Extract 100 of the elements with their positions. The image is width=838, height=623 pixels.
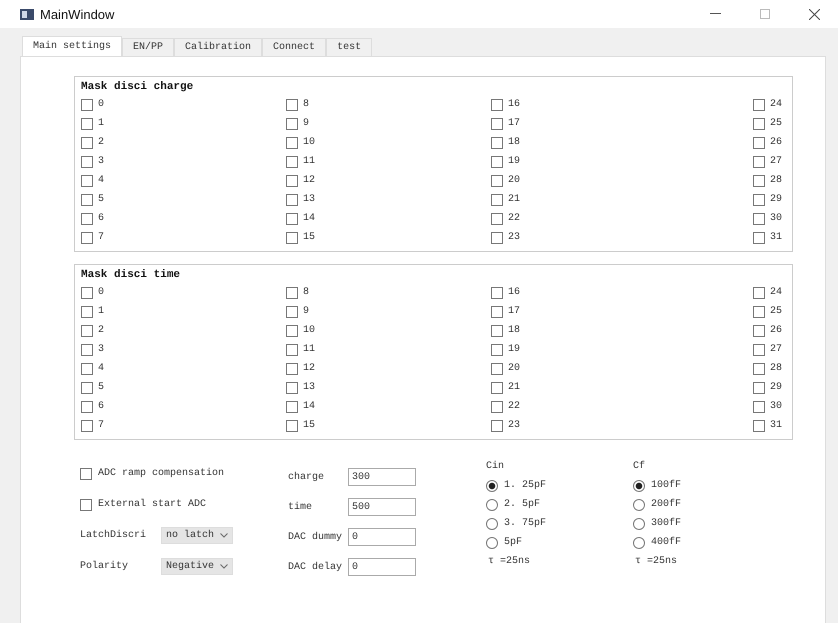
- input-field[interactable]: 0: [348, 558, 416, 576]
- checkbox[interactable]: [81, 382, 93, 394]
- checkbox[interactable]: [491, 286, 503, 298]
- checkbox[interactable]: [752, 118, 765, 130]
- checkbox[interactable]: [491, 324, 503, 336]
- checkbox[interactable]: [81, 420, 93, 432]
- checkbox[interactable]: [286, 362, 298, 374]
- checkbox[interactable]: [752, 420, 765, 432]
- checkbox[interactable]: [491, 306, 503, 318]
- checkbox-label: 10: [303, 137, 316, 148]
- checkbox[interactable]: [286, 324, 298, 336]
- dropdown[interactable]: no latch: [161, 527, 234, 544]
- field-label: DAC dummy: [288, 532, 344, 542]
- tab[interactable]: test: [326, 38, 372, 56]
- checkbox[interactable]: [752, 400, 765, 412]
- checkbox[interactable]: [752, 174, 765, 186]
- close-icon[interactable]: [809, 8, 820, 20]
- checkbox[interactable]: [81, 136, 93, 148]
- checkbox[interactable]: [491, 232, 503, 244]
- input-field[interactable]: 500: [348, 498, 416, 516]
- checkbox[interactable]: [81, 362, 93, 374]
- radio-label: 100fF: [651, 480, 682, 491]
- checkbox[interactable]: [81, 306, 93, 318]
- checkbox[interactable]: [81, 286, 93, 298]
- checkbox[interactable]: [80, 468, 92, 480]
- radio-button[interactable]: [486, 480, 498, 492]
- checkbox[interactable]: [286, 344, 298, 356]
- checkbox[interactable]: [752, 136, 765, 148]
- dropdown-label: Polarity: [80, 561, 130, 572]
- checkbox[interactable]: [286, 212, 298, 224]
- radio-label: 300fF: [651, 518, 682, 529]
- checkbox[interactable]: [286, 400, 298, 412]
- checkbox-label: 18: [508, 137, 520, 148]
- tab[interactable]: Connect: [262, 38, 326, 56]
- tab[interactable]: EN/PP: [122, 38, 174, 56]
- checkbox[interactable]: [491, 118, 503, 130]
- radio-button[interactable]: [633, 498, 645, 510]
- tab[interactable]: Main settings: [22, 36, 122, 56]
- radio-button[interactable]: [633, 518, 645, 530]
- checkbox[interactable]: [81, 194, 93, 206]
- checkbox[interactable]: [81, 174, 93, 186]
- checkbox[interactable]: [81, 118, 93, 130]
- checkbox[interactable]: [286, 136, 298, 148]
- checkbox[interactable]: [491, 136, 503, 148]
- checkbox[interactable]: [286, 286, 298, 298]
- tab[interactable]: Calibration: [174, 38, 262, 56]
- checkbox[interactable]: [752, 382, 765, 394]
- checkbox[interactable]: [81, 232, 93, 244]
- input-field[interactable]: 0: [348, 528, 416, 546]
- checkbox[interactable]: [81, 98, 93, 110]
- checkbox[interactable]: [752, 306, 765, 318]
- checkbox-label: 19: [508, 156, 520, 167]
- checkbox[interactable]: [81, 400, 93, 412]
- radio-button[interactable]: [633, 480, 645, 492]
- checkbox[interactable]: [81, 156, 93, 168]
- checkbox-label: 29: [770, 382, 782, 393]
- checkbox[interactable]: [286, 174, 298, 186]
- minimize-icon[interactable]: [710, 13, 721, 15]
- checkbox[interactable]: [81, 344, 93, 356]
- checkbox[interactable]: [752, 324, 765, 336]
- checkbox-label: 24: [770, 287, 782, 298]
- checkbox[interactable]: [752, 98, 765, 110]
- checkbox[interactable]: [286, 194, 298, 206]
- checkbox[interactable]: [752, 194, 765, 206]
- checkbox[interactable]: [491, 344, 503, 356]
- checkbox[interactable]: [286, 232, 298, 244]
- checkbox[interactable]: [752, 156, 765, 168]
- checkbox[interactable]: [286, 98, 298, 110]
- checkbox[interactable]: [81, 324, 93, 336]
- checkbox-label: 12: [303, 363, 316, 374]
- checkbox[interactable]: [491, 174, 503, 186]
- checkbox[interactable]: [752, 232, 765, 244]
- checkbox[interactable]: [286, 382, 298, 394]
- checkbox[interactable]: [491, 420, 503, 432]
- checkbox[interactable]: [286, 306, 298, 318]
- checkbox-label: 2: [98, 325, 104, 336]
- checkbox[interactable]: [286, 420, 298, 432]
- dropdown[interactable]: Negative: [161, 558, 234, 575]
- checkbox[interactable]: [491, 382, 503, 394]
- radio-button[interactable]: [486, 536, 498, 548]
- checkbox[interactable]: [491, 194, 503, 206]
- checkbox[interactable]: [752, 286, 765, 298]
- radio-button[interactable]: [486, 518, 498, 530]
- checkbox[interactable]: [286, 156, 298, 168]
- checkbox[interactable]: [491, 212, 503, 224]
- input-field[interactable]: 300: [348, 468, 416, 486]
- checkbox[interactable]: [81, 212, 93, 224]
- checkbox[interactable]: [491, 156, 503, 168]
- checkbox[interactable]: [752, 362, 765, 374]
- radio-button[interactable]: [633, 536, 645, 548]
- checkbox[interactable]: [80, 498, 92, 510]
- checkbox[interactable]: [491, 98, 503, 110]
- checkbox[interactable]: [752, 344, 765, 356]
- checkbox[interactable]: [752, 212, 765, 224]
- radio-button[interactable]: [486, 498, 498, 510]
- app-icon: [20, 8, 34, 20]
- checkbox[interactable]: [491, 400, 503, 412]
- checkbox[interactable]: [286, 118, 298, 130]
- checkbox-label: 23: [508, 232, 520, 243]
- checkbox[interactable]: [491, 362, 503, 374]
